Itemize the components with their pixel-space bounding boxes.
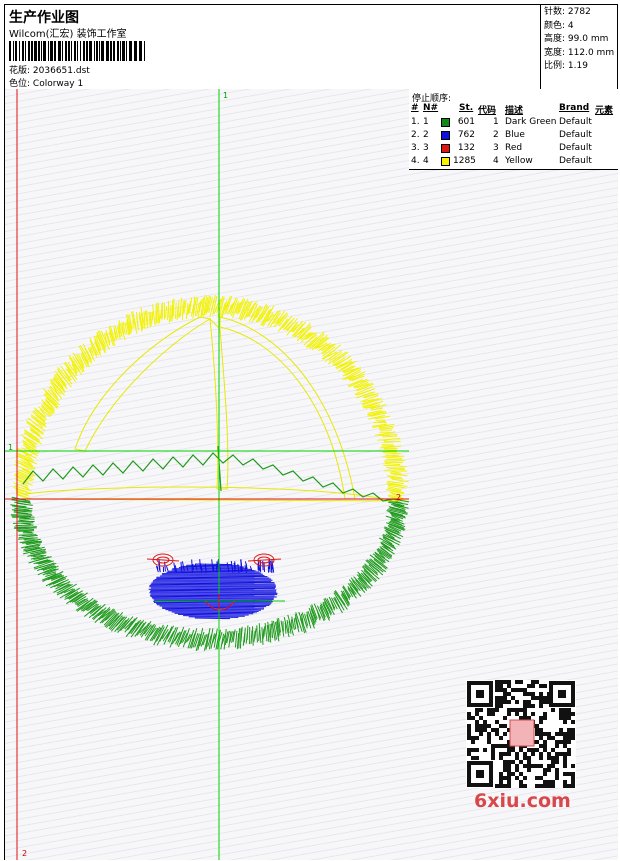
barcode-icon — [9, 41, 145, 61]
design-row: 花版: 2036651.dst — [9, 63, 90, 76]
axis-label-top: 1 — [223, 91, 229, 100]
axis-label-right: 2 — [396, 493, 402, 502]
table-row[interactable]: 4. 4 1285 4 Yellow Default — [409, 155, 618, 168]
axis-label-bottom: 2 — [22, 849, 28, 858]
stat-colors: 颜色: 4 — [544, 20, 574, 31]
qr-code-icon — [466, 680, 576, 788]
colorway-value: Colorway 1 — [32, 79, 84, 89]
design-stats: 针数: 2782 颜色: 4 高度: 99.0 mm 宽度: 112.0 mm … — [540, 5, 618, 89]
studio-name: Wilcom(汇宏) 装饰工作室 — [9, 29, 127, 40]
col-header-code: 代码 — [478, 106, 497, 116]
color-swatch — [441, 131, 450, 140]
embroidery-preview — [5, 89, 409, 860]
col-header-brand: Brand — [559, 103, 590, 113]
table-row[interactable]: 2. 2 762 2 Blue Default — [409, 129, 618, 142]
axis-label-left: 1 — [8, 443, 14, 452]
color-swatch — [441, 118, 450, 127]
sheet-header: 生产作业图 Wilcom(汇宏) 装饰工作室 花版: 2036651.dst 色… — [5, 5, 617, 90]
col-header-n: N# — [423, 103, 439, 113]
colorway-label: 色位: — [9, 79, 31, 89]
table-row[interactable]: 3. 3 132 3 Red Default — [409, 142, 618, 155]
col-header-num: # — [411, 103, 419, 113]
col-header-desc: 描述 — [505, 106, 524, 116]
col-header-stitches: St. — [459, 103, 474, 113]
design-value: 2036651.dst — [32, 66, 90, 76]
blue-mouth-fill — [148, 558, 278, 620]
yellow-inner-lines — [14, 316, 401, 502]
stat-scale: 比例: 1.19 — [544, 61, 588, 71]
color-sequence-table: 停止顺序: # N# St. 代码 描述 Brand 元素 1. 1 601 1… — [409, 89, 618, 170]
color-swatch — [441, 157, 450, 166]
stat-width: 宽度: 112.0 mm — [544, 47, 615, 58]
green-zigzag — [22, 452, 394, 502]
stat-stitches: 针数: 2782 — [544, 7, 591, 17]
page-title: 生产作业图 — [9, 10, 79, 26]
stat-height: 高度: 99.0 mm — [544, 34, 609, 44]
table-row[interactable]: 1. 1 601 1 Dark Green Default — [409, 116, 618, 129]
colorway-row: 色位: Colorway 1 — [9, 76, 83, 89]
color-swatch — [441, 144, 450, 153]
design-canvas[interactable]: 1 1 2 2 — [5, 89, 410, 860]
design-label: 花版: — [9, 66, 31, 76]
col-header-element: 元素 — [595, 106, 614, 116]
watermark-text: 6xiu.com — [474, 790, 571, 812]
